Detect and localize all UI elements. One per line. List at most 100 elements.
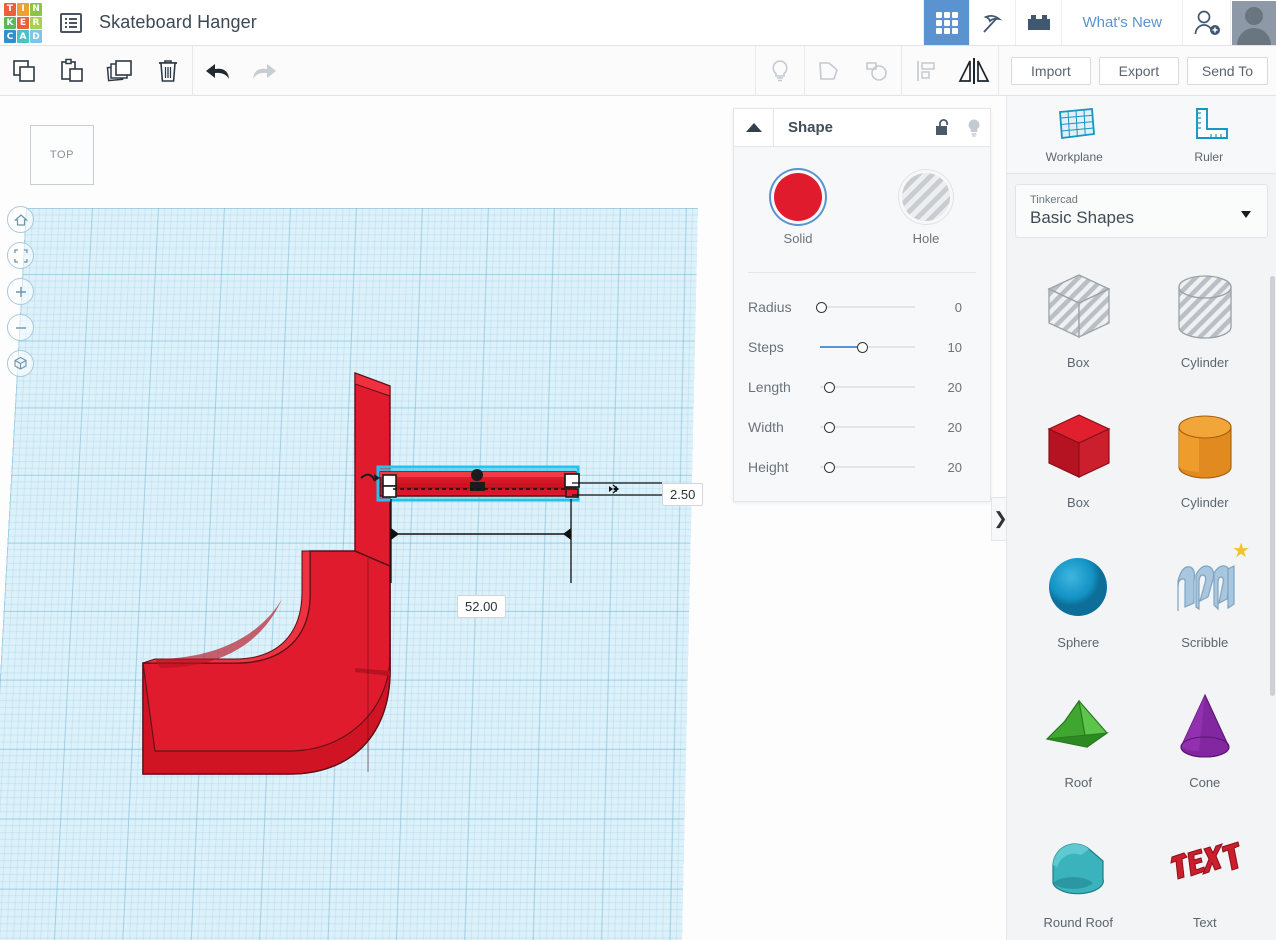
tinkercad-logo[interactable]: T I N K E R C A D <box>0 0 46 46</box>
shape-item-cylinder[interactable]: Cylinder <box>1142 388 1269 528</box>
copy-button[interactable] <box>0 46 48 96</box>
shape-item-text[interactable]: Text <box>1142 808 1269 940</box>
ruler-tool-label: Ruler <box>1194 149 1224 164</box>
light-toggle-button[interactable] <box>958 118 990 138</box>
minecraft-button[interactable] <box>969 0 1015 45</box>
undo-arrow-icon <box>206 63 229 79</box>
shape-item-round-roof[interactable]: Round Roof <box>1015 808 1142 940</box>
zoom-out-button[interactable] <box>7 314 34 341</box>
avatar-button[interactable] <box>1230 0 1276 45</box>
workplane-tool-label: Workplane <box>1045 149 1103 164</box>
send-to-button[interactable]: Send To <box>1186 56 1268 85</box>
dimension-length[interactable]: 52.00 <box>457 595 506 618</box>
slider-knob[interactable] <box>824 381 835 393</box>
sidebar-scrollbar[interactable] <box>1270 276 1275 696</box>
home-view-button[interactable] <box>7 206 34 233</box>
ruler-tool[interactable]: Ruler <box>1142 96 1276 173</box>
logo-letter: A <box>17 30 29 43</box>
slider-label: Steps <box>748 339 784 355</box>
workplane-grid[interactable] <box>0 208 698 940</box>
duplicate-icon <box>106 59 132 81</box>
workplane-icon <box>1059 107 1096 139</box>
slider-knob[interactable] <box>824 461 835 473</box>
view-cube[interactable]: TOP <box>30 125 94 185</box>
pickaxe-icon <box>983 14 1003 33</box>
shape-item-box-hole[interactable]: Box <box>1015 248 1142 388</box>
duplicate-button[interactable] <box>96 46 144 96</box>
add-person-button[interactable] <box>1182 0 1230 45</box>
redo-button[interactable] <box>241 46 289 96</box>
delete-button[interactable] <box>144 46 192 96</box>
logo-letter: I <box>17 3 29 16</box>
ortho-perspective-button[interactable] <box>7 350 34 377</box>
slider-row: Width 20 <box>734 407 990 447</box>
shape-label: Cylinder <box>1180 354 1229 370</box>
lock-toggle-button[interactable] <box>926 118 958 137</box>
slider-value[interactable]: 20 <box>915 380 990 395</box>
slider-track[interactable] <box>820 339 915 355</box>
slider-value[interactable]: 20 <box>915 460 990 475</box>
light-toggle-button[interactable] <box>756 46 804 96</box>
shape-label: Box <box>1067 494 1090 510</box>
slider-value[interactable]: 0 <box>915 300 990 315</box>
slider-knob[interactable] <box>857 341 868 353</box>
solid-option[interactable]: Solid <box>734 173 862 246</box>
logo-letter: R <box>30 16 42 30</box>
undo-button[interactable] <box>193 46 241 96</box>
slider-track[interactable] <box>816 299 915 315</box>
page-title[interactable]: Skateboard Hanger <box>82 0 257 45</box>
workplane-tool[interactable]: Workplane <box>1007 96 1142 173</box>
apps-grid-icon <box>935 11 958 34</box>
ungroup-shapes-icon <box>866 61 887 81</box>
slider-knob[interactable] <box>816 301 827 313</box>
inspector-collapse-button[interactable] <box>734 108 774 147</box>
design-list-button[interactable] <box>46 0 82 45</box>
shape-label: Box <box>1067 354 1090 370</box>
cube-view-icon <box>14 356 27 370</box>
fit-to-screen-icon <box>13 248 28 263</box>
star-badge-icon: ★ <box>1232 540 1250 562</box>
logo-letter: D <box>30 30 42 43</box>
shape-label: Cone <box>1189 774 1221 790</box>
hole-option[interactable]: Hole <box>862 173 990 246</box>
fit-view-button[interactable] <box>7 242 34 269</box>
chevron-up-icon <box>745 122 762 132</box>
shape-item-roof[interactable]: Roof <box>1015 668 1142 808</box>
slider-track[interactable] <box>820 379 915 395</box>
shape-item-cylinder-hole[interactable]: Cylinder <box>1142 248 1269 388</box>
group-button[interactable] <box>805 46 853 96</box>
slider-track[interactable] <box>820 419 915 435</box>
shape-item-cone[interactable]: Cone <box>1142 668 1269 808</box>
shapes-grid: Box Cylinder Box Cylinder Sphere ★ Scrib… <box>1007 248 1276 940</box>
export-button[interactable]: Export <box>1098 56 1179 85</box>
shape-label: Cylinder <box>1180 494 1229 510</box>
apps-grid-button[interactable] <box>923 0 970 45</box>
dimension-width[interactable]: 2.50 <box>662 483 704 506</box>
inspector-title: Shape <box>788 119 834 136</box>
solid-color-swatch[interactable] <box>774 173 822 221</box>
paste-button[interactable] <box>48 46 96 96</box>
zoom-in-button[interactable] <box>7 278 34 305</box>
ungroup-button[interactable] <box>853 46 901 96</box>
group-shapes-icon <box>819 61 838 80</box>
avatar <box>1231 0 1276 45</box>
slider-label: Width <box>748 419 784 435</box>
shape-label: Round Roof <box>1043 914 1113 930</box>
shape-item-scribble[interactable]: ★ Scribble <box>1142 528 1269 668</box>
design-list-icon <box>60 12 82 33</box>
mirror-button[interactable] <box>950 46 998 96</box>
hole-swatch[interactable] <box>902 173 950 221</box>
slider-knob[interactable] <box>824 421 835 433</box>
shape-item-sphere[interactable]: Sphere <box>1015 528 1142 668</box>
whats-new-button[interactable]: What's New <box>1061 0 1182 45</box>
slider-value[interactable]: 20 <box>915 420 990 435</box>
align-button[interactable] <box>902 46 950 96</box>
blocks-button[interactable] <box>1015 0 1061 45</box>
shape-item-box[interactable]: Box <box>1015 388 1142 528</box>
shape-set-name: Basic Shapes <box>1030 208 1134 227</box>
slider-value[interactable]: 10 <box>915 340 990 355</box>
import-button[interactable]: Import <box>1010 56 1091 85</box>
shape-set-selector[interactable]: Tinkercad Basic Shapes <box>1015 184 1268 238</box>
slider-track[interactable] <box>820 459 915 475</box>
